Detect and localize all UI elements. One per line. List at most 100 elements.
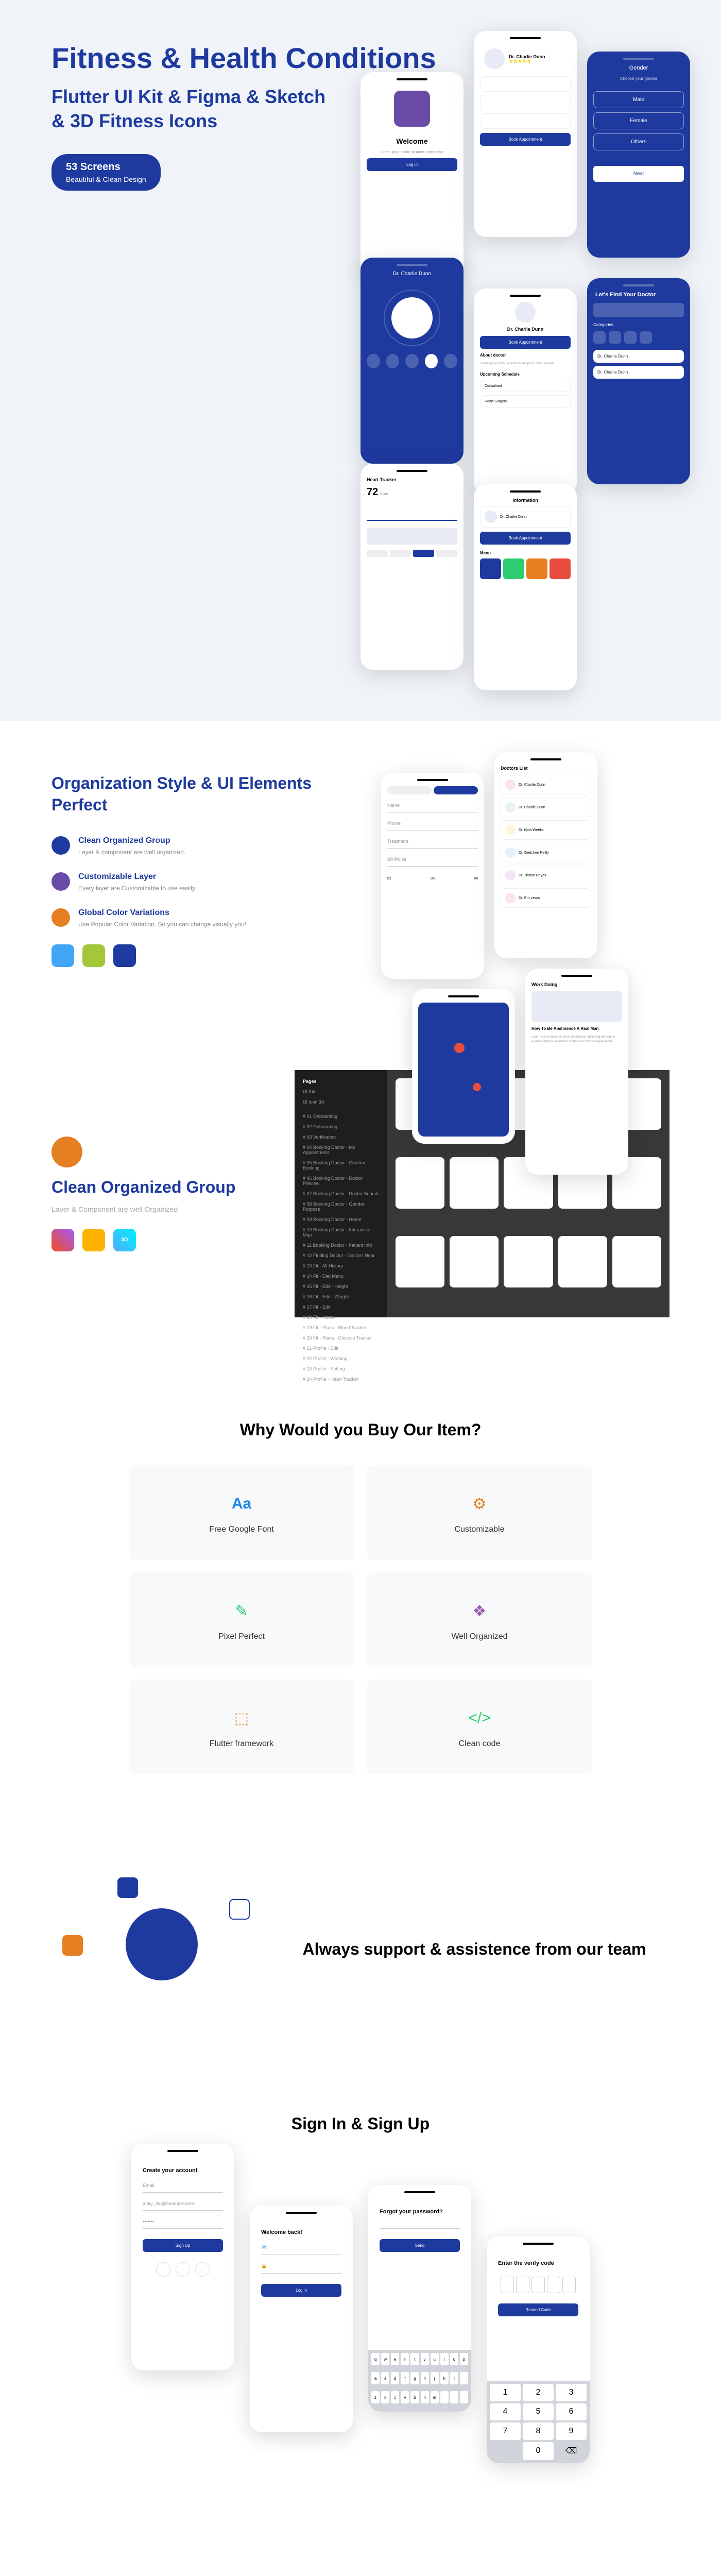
menu-item[interactable] [480,558,501,579]
signup-button[interactable]: Sign Up [143,2239,223,2252]
category-icon[interactable] [593,331,606,344]
layer-item[interactable]: # 21 Profile - Edit [295,1343,387,1353]
layer-item[interactable]: # 07 Booking Doctor - Doctor Search [295,1189,387,1199]
layer-item[interactable]: # 12 Finding Doctor - Doctors Near [295,1250,387,1261]
devices-icon: ⬚ [229,1705,254,1731]
mail-icon [62,1935,83,1956]
send-button[interactable]: Send [380,2239,460,2252]
phone-forgot-password: Forgot your password? Send qwertyuiop as… [368,2185,471,2412]
why-card-font: Aa Free Google Font [129,1465,354,1560]
layer-item[interactable]: # 04 Booking Doctor - My Appointment [295,1142,387,1158]
phone-verify-code: Enter the verify code Resend Code 123 45… [487,2236,590,2463]
email-field[interactable]: Email [143,2179,223,2193]
layer-item[interactable]: # 14 Fit - Diet Menu [295,1271,387,1281]
login-button[interactable]: Log in [367,158,457,171]
verify-code-input[interactable] [498,2277,578,2293]
layer-item[interactable]: # 24 Profile - Heart Tracker [295,1374,387,1384]
phone-welcome-back: Welcome back! 📧 🔒 Log in [250,2206,353,2432]
layer-item[interactable]: # 05 Booking Doctor - Confirm Booking [295,1158,387,1173]
apple-icon[interactable] [195,2262,210,2277]
gender-male-option[interactable]: Male [593,91,684,108]
phone-article: Work Doing How To Be Abstinence A Real M… [525,969,628,1175]
android-icon [82,944,105,967]
map-view[interactable] [418,1003,509,1137]
doctor-list-item[interactable]: Dr. Brit Lewis [501,888,591,908]
doctor-list-item[interactable]: Dr. Charlie Dunn [501,798,591,817]
resend-button[interactable]: Resend Code [498,2303,578,2316]
menu-item[interactable] [526,558,547,579]
doctor-list-item[interactable]: Dr. Charlie Dunn [501,775,591,794]
password-field[interactable]: mary_lau@example.com [143,2197,223,2211]
layer-item[interactable]: # 03 Verification [295,1132,387,1142]
mute-icon[interactable] [367,354,380,368]
layer-item[interactable]: # 06 Booking Doctor - Doctor Preview [295,1173,387,1189]
layer-item[interactable]: # 15 Fit - Edit - Height [295,1281,387,1292]
password-field[interactable]: 🔒 [261,2259,341,2274]
doctor-list-item[interactable]: Dr. Gretchen Reilly [501,843,591,862]
layer-item[interactable]: # 02 Onboarding [295,1122,387,1132]
layer-item[interactable]: # 23 Profile - Setting [295,1364,387,1374]
welcome-label: Welcome [367,137,457,145]
email-field[interactable]: 📧 [261,2241,341,2255]
category-icon[interactable] [609,331,621,344]
phone-settings-list: Name Phone Treatment BP/Pulse 020304 [381,773,484,979]
video-icon[interactable] [405,354,419,368]
search-input[interactable] [593,303,684,317]
login-button[interactable]: Log in [261,2284,341,2297]
why-title: Why Would you Buy Our Item? [52,1420,670,1439]
why-card-organized: ❖ Well Organized [367,1572,592,1667]
menu-item[interactable] [503,558,524,579]
next-button[interactable]: Next [593,166,684,182]
3d-icon: 3D [113,1229,136,1251]
shield-icon [117,1877,138,1898]
hero-phones-grid: Welcome Lorem ipsum dolor sit amet conse… [360,31,690,690]
why-card-pixel-perfect: ✎ Pixel Perfect [129,1572,354,1667]
category-icon[interactable] [640,331,652,344]
email-field[interactable] [380,2220,460,2229]
layer-item[interactable]: # 10 Booking Doctor - Interactive Map [295,1225,387,1240]
font-icon: Aa [229,1491,254,1517]
organization-section: Organization Style & UI Elements Perfect… [0,721,721,1019]
clock-icon [229,1899,250,1920]
phone-map [412,989,515,1144]
layer-item[interactable]: # 18 Fit - Home [295,1312,387,1323]
volume-icon[interactable] [386,354,400,368]
gender-female-option[interactable]: Female [593,112,684,129]
numpad[interactable]: 123 456 789 0⌫ [487,2381,590,2463]
sketch-icon [82,1229,105,1251]
keyboard[interactable]: qwertyuiop asdfghjkl zxcvbnm [368,2350,471,2412]
endcall-icon[interactable] [425,354,438,368]
phone-doctor-detail: Dr. Charlie Dunn Book Appointment About … [474,289,577,495]
support-title: Always support & assistence from our tea… [303,1939,670,1960]
doctor-list-item[interactable]: Dr. Tristan Reyes [501,866,591,885]
signin-title: Sign In & Sign Up [52,2114,670,2133]
category-icon[interactable] [624,331,637,344]
phone-doctors-list: Doctors List Dr. Charlie Dunn Dr. Charli… [494,752,597,958]
layers-icon: ❖ [467,1598,492,1624]
org-title: Organization Style & UI Elements Perfect [52,773,340,816]
badge-main: 53 Screens [66,161,121,173]
layer-item[interactable]: # 09 Booking Doctor - Home [295,1214,387,1225]
google-icon[interactable] [156,2262,170,2277]
hero-section: Fitness & Health Conditions Flutter UI K… [0,0,721,721]
layer-item[interactable]: # 01 Onboarding [295,1111,387,1122]
phone-create-account: Create your account Email mary_lau@examp… [131,2144,234,2370]
feature-icon [52,908,70,927]
layer-item[interactable]: # 11 Booking Doctor - Patient Info [295,1240,387,1250]
gender-others-option[interactable]: Others [593,133,684,150]
more-icon[interactable] [444,354,457,368]
layer-item[interactable]: # 13 Fit - All History [295,1261,387,1271]
menu-item[interactable] [550,558,571,579]
feature-icon [52,872,70,891]
layer-item[interactable]: # 16 Fit - Edit - Weight [295,1292,387,1302]
layer-item[interactable]: # 22 Profile - Working [295,1353,387,1364]
doctor-list-item[interactable]: Dr. Nola Weeks [501,820,591,840]
book-appointment-button[interactable]: Book Appointment [480,133,571,146]
layer-item[interactable]: # 17 Fit - Edit [295,1302,387,1312]
facebook-icon[interactable] [176,2262,190,2277]
layer-item[interactable]: # 20 Fit - Plans - Glucose Tracker [295,1333,387,1343]
layer-item[interactable]: # 19 Fit - Plans - Blood Tracker [295,1323,387,1333]
confirm-field[interactable]: ••••••• [143,2215,223,2229]
call-controls [367,354,457,368]
layer-item[interactable]: # 08 Booking Doctor - Gender Purpose [295,1199,387,1214]
